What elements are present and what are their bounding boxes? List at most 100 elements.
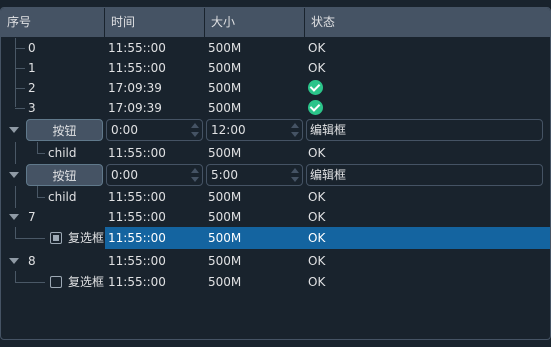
row-size: 500M: [208, 190, 242, 204]
check-circle-icon: [308, 80, 323, 95]
row-status: OK: [308, 231, 326, 245]
row-id: child: [48, 190, 77, 204]
spinbox-value: 0:00: [111, 168, 138, 182]
tree-line: [15, 271, 16, 282]
row-status: OK: [308, 210, 326, 224]
checkbox-label: 复选框: [68, 231, 105, 245]
line-edit-text: 编辑框: [310, 168, 347, 182]
row-time: 17:09:39: [108, 81, 162, 95]
row-time: 11:55::00: [108, 146, 166, 160]
tree-row[interactable]: child 11:55::00 500M OK: [1, 186, 550, 208]
tree-branch: [37, 153, 45, 154]
row-size: 500M: [208, 81, 242, 95]
tree-row-widgets[interactable]: 按钮 0:00 12:00 编辑框: [1, 119, 550, 141]
expand-arrow-icon[interactable]: [9, 127, 19, 133]
spin-up-icon[interactable]: [191, 168, 199, 173]
row-time: 11:55::00: [108, 210, 166, 224]
selection-highlight: [105, 227, 550, 249]
spin-down-icon[interactable]: [291, 177, 299, 182]
row-id: 7: [28, 210, 36, 224]
tree-row[interactable]: 复选框 11:55::00 500M OK: [1, 271, 550, 293]
row-time: 11:55::00: [108, 254, 166, 268]
row-id: 1: [28, 61, 36, 75]
row-size: 500M: [208, 61, 242, 75]
time-spinbox[interactable]: 5:00: [206, 164, 303, 186]
row-size: 500M: [208, 101, 242, 115]
row-id: 0: [28, 41, 36, 55]
tree-row[interactable]: child 11:55::00 500M OK: [1, 142, 550, 164]
checkbox-icon[interactable]: [50, 232, 62, 244]
expand-arrow-icon[interactable]: [9, 258, 19, 264]
row-status: OK: [308, 190, 326, 204]
header-size[interactable]: 大小: [205, 8, 305, 37]
tree-header: 序号 时间 大小 状态: [1, 8, 550, 38]
spinbox-value: 5:00: [211, 168, 238, 182]
header-status[interactable]: 状态: [305, 8, 550, 37]
tree-branch: [37, 197, 45, 198]
row-id: child: [48, 146, 77, 160]
tree-branch: [15, 108, 25, 109]
tree-row[interactable]: 7 11:55::00 500M OK: [1, 206, 550, 228]
row-size: 500M: [208, 231, 242, 245]
spin-up-icon[interactable]: [291, 123, 299, 128]
tree-row[interactable]: 1 11:55::00 500M OK: [1, 57, 550, 79]
row-status: OK: [308, 254, 326, 268]
check-circle-icon: [308, 100, 323, 115]
checkbox-label: 复选框: [68, 275, 105, 289]
row-button[interactable]: 按钮: [26, 119, 103, 141]
tree-branch: [15, 48, 25, 49]
tree-branch: [15, 68, 25, 69]
tree-view[interactable]: 序号 时间 大小 状态 0 11:55::00 500M OK 1 11:55:…: [0, 7, 551, 340]
line-edit[interactable]: 编辑框: [306, 119, 543, 141]
row-time: 11:55::00: [108, 231, 166, 245]
row-time: 17:09:39: [108, 101, 162, 115]
tree-row[interactable]: 8 11:55::00 500M OK: [1, 250, 550, 272]
row-button[interactable]: 按钮: [26, 164, 103, 186]
row-id: 8: [28, 254, 36, 268]
line-edit[interactable]: 编辑框: [306, 164, 543, 186]
row-size: 500M: [208, 210, 242, 224]
spin-up-icon[interactable]: [191, 123, 199, 128]
tree-row[interactable]: 3 17:09:39 500M: [1, 97, 550, 119]
tree-branch: [15, 282, 45, 283]
time-spinbox[interactable]: 0:00: [106, 164, 203, 186]
row-time: 11:55::00: [108, 190, 166, 204]
row-id: 2: [28, 81, 36, 95]
row-size: 500M: [208, 275, 242, 289]
spin-down-icon[interactable]: [191, 177, 199, 182]
tree-line: [37, 186, 38, 197]
header-time[interactable]: 时间: [105, 8, 205, 37]
expand-arrow-icon[interactable]: [9, 214, 19, 220]
line-edit-text: 编辑框: [310, 123, 347, 137]
spinbox-value: 0:00: [111, 123, 138, 137]
row-size: 500M: [208, 254, 242, 268]
time-spinbox[interactable]: 12:00: [206, 119, 303, 141]
tree-row[interactable]: 复选框 11:55::00 500M OK: [1, 227, 550, 249]
spinbox-value: 12:00: [211, 123, 246, 137]
expand-arrow-icon[interactable]: [9, 172, 19, 178]
tree-row[interactable]: 0 11:55::00 500M OK: [1, 37, 550, 59]
row-size: 500M: [208, 146, 242, 160]
row-status: OK: [308, 61, 326, 75]
time-spinbox[interactable]: 0:00: [106, 119, 203, 141]
tree-line: [15, 227, 16, 238]
tree-line: [37, 142, 38, 153]
row-status: OK: [308, 41, 326, 55]
row-status: OK: [308, 275, 326, 289]
row-time: 11:55::00: [108, 61, 166, 75]
row-size: 500M: [208, 41, 242, 55]
header-id[interactable]: 序号: [1, 8, 105, 37]
spin-down-icon[interactable]: [291, 132, 299, 137]
tree-row[interactable]: 2 17:09:39 500M: [1, 77, 550, 99]
tree-line: [15, 186, 16, 208]
tree-branch: [15, 238, 45, 239]
row-time: 11:55::00: [108, 275, 166, 289]
tree-branch: [15, 88, 25, 89]
checkbox-icon[interactable]: [50, 276, 62, 288]
spin-up-icon[interactable]: [291, 168, 299, 173]
spin-down-icon[interactable]: [191, 132, 199, 137]
tree-line: [15, 142, 16, 164]
row-status: OK: [308, 146, 326, 160]
tree-row-widgets[interactable]: 按钮 0:00 5:00 编辑框: [1, 164, 550, 186]
row-id: 3: [28, 101, 36, 115]
